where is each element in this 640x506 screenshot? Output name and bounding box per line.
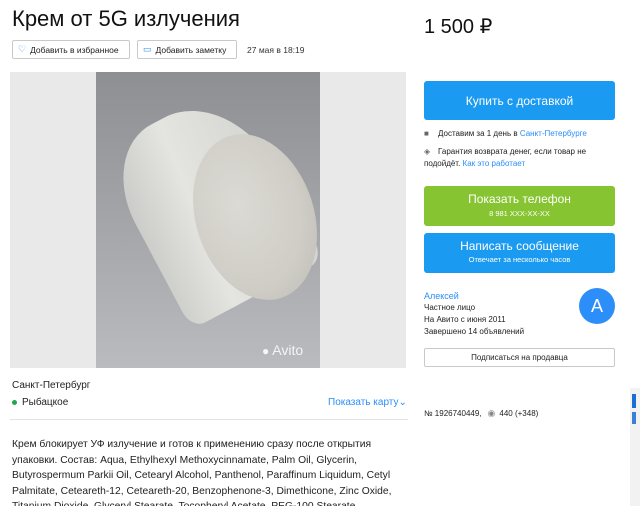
heart-icon: ♡ (18, 44, 27, 54)
page-title: Крем от 5G излучения (12, 6, 240, 31)
delivery-info: ■ Доставим за 1 день в Санкт-Петербурге (424, 129, 587, 138)
seller-info: Алексей Частное лицо На Авито с июня 201… (424, 290, 524, 338)
show-map-link[interactable]: Показать карту⌄ (328, 397, 407, 408)
seller-name[interactable]: Алексей (424, 290, 524, 302)
phone-number: 8 981 XXX-XX-XX (489, 209, 550, 218)
divider (10, 419, 408, 420)
seller-type: Частное лицо (424, 303, 476, 312)
shield-icon: ◈ (424, 147, 431, 156)
listing-number: № 1926740449, (424, 409, 482, 418)
eye-icon: ◉ (487, 408, 496, 418)
avito-logo-icon: ● (262, 344, 270, 358)
show-phone-button[interactable]: Показать телефон 8 981 XXX-XX-XX (424, 186, 615, 226)
location-district: Рыбацкое (12, 397, 68, 408)
subscribe-button[interactable]: Подписаться на продавца (424, 348, 615, 367)
side-edge-strip (630, 388, 640, 506)
send-message-button[interactable]: Написать сообщение Отвечает за несколько… (424, 233, 615, 273)
listing-stats: № 1926740449, ◉ 440 (+348) (424, 408, 538, 419)
add-note-button[interactable]: ▭ Добавить заметку (137, 40, 237, 59)
add-favorite-button[interactable]: ♡ Добавить в избранное (12, 40, 130, 59)
edge-marker (632, 412, 636, 424)
show-phone-label: Показать телефон (468, 192, 571, 206)
guarantee-info: ◈ Гарантия возврата денег, если товар не … (424, 147, 587, 168)
edge-marker (632, 394, 636, 408)
avatar[interactable]: A (579, 288, 615, 324)
buy-with-delivery-button[interactable]: Купить с доставкой (424, 81, 615, 120)
view-count: 440 (+348) (499, 409, 539, 418)
note-icon: ▭ (143, 44, 152, 54)
description: Крем блокирует УФ излучение и готов к пр… (12, 439, 392, 506)
seller-since: На Авито с июня 2011 (424, 315, 506, 324)
photo-gallery[interactable]: ● Avito (10, 72, 406, 368)
how-it-works-link[interactable]: Как это работает (463, 159, 526, 168)
product-photo[interactable] (96, 72, 320, 368)
truck-icon: ■ (424, 129, 429, 138)
chevron-down-icon: ⌄ (398, 397, 407, 408)
add-favorite-label: Добавить в избранное (30, 44, 119, 55)
add-note-label: Добавить заметку (155, 44, 227, 55)
response-time: Отвечает за несколько часов (468, 255, 571, 264)
location-city: Санкт-Петербург (12, 380, 91, 391)
post-date: 27 мая в 18:19 (247, 45, 305, 55)
price: 1 500 ₽ (424, 16, 493, 38)
send-message-label: Написать сообщение (460, 239, 579, 253)
metro-dot-icon (12, 400, 17, 405)
delivery-city-link[interactable]: Санкт-Петербурге (520, 129, 587, 138)
seller-completed: Завершено 14 объявлений (424, 327, 525, 336)
avito-watermark: ● Avito (262, 342, 304, 358)
